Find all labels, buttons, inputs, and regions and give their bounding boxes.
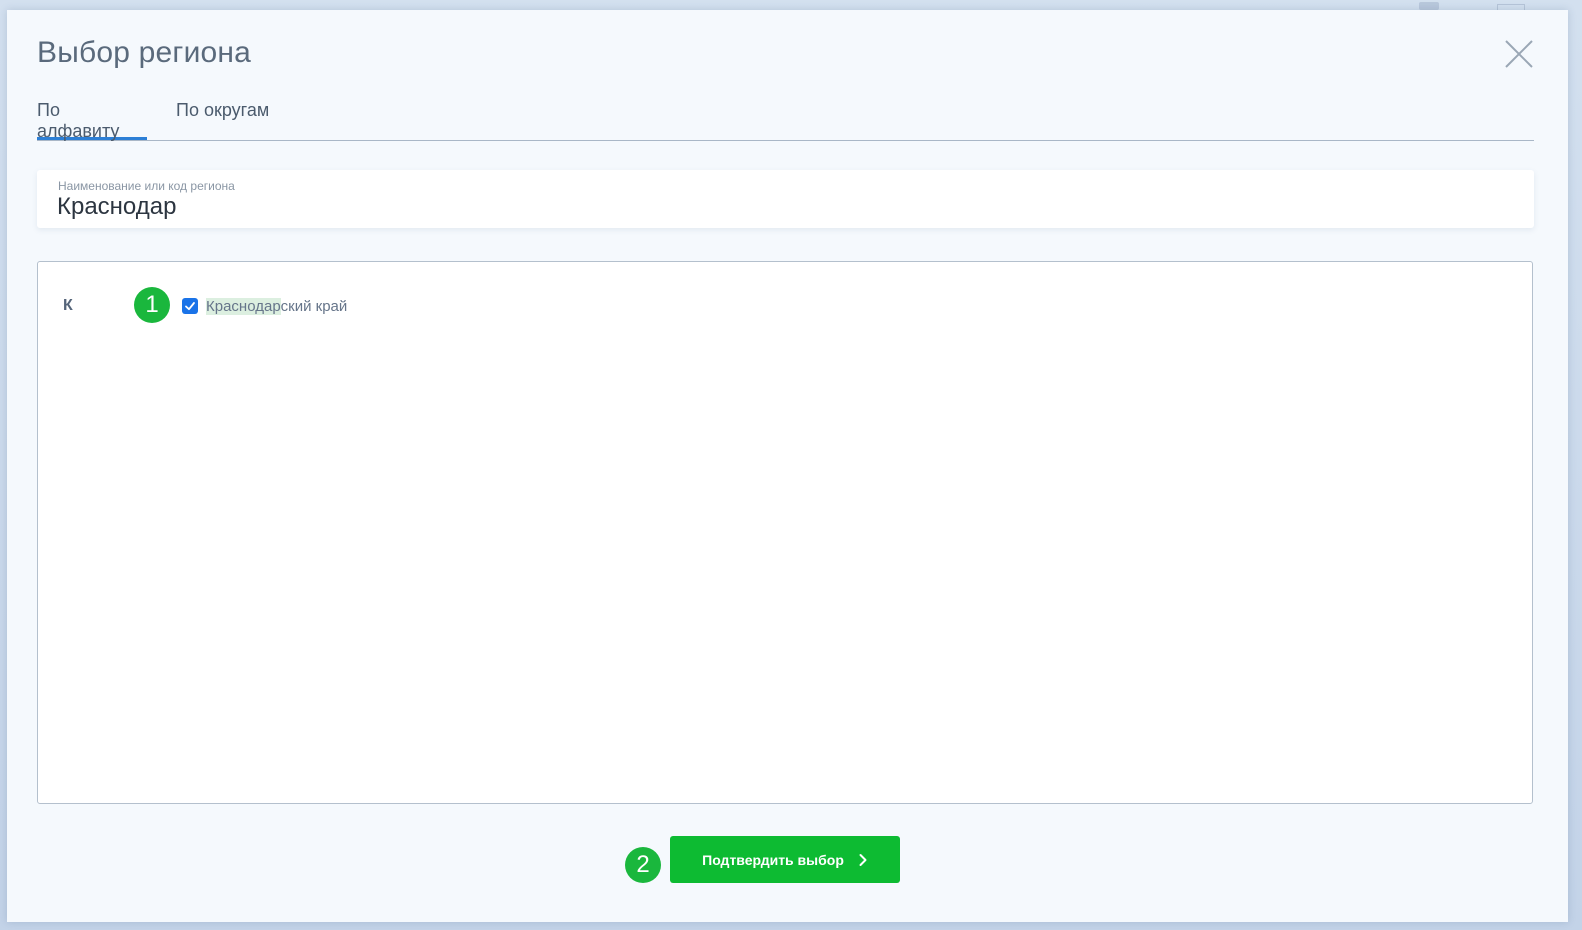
step-badge-2: 2 xyxy=(625,847,661,883)
search-label: Наименование или код региона xyxy=(58,179,235,193)
search-input[interactable] xyxy=(57,193,1507,221)
close-button[interactable] xyxy=(1503,38,1535,70)
confirm-button-label: Подтвердить выбор xyxy=(702,851,844,868)
tab-districts[interactable]: По округам xyxy=(176,96,271,134)
search-field[interactable]: Наименование или код региона xyxy=(37,170,1534,228)
region-item-label-rest: ский край xyxy=(280,297,348,315)
region-checkbox[interactable] xyxy=(182,298,198,314)
step-badge-1: 1 xyxy=(134,287,170,323)
close-icon xyxy=(1505,40,1533,68)
tab-bar: По алфавиту По округам xyxy=(37,96,1534,141)
chevron-right-icon xyxy=(858,853,868,867)
region-item-krasnodar[interactable]: Краснодарский край xyxy=(182,296,347,316)
modal-title: Выбор региона xyxy=(37,36,252,69)
confirm-button[interactable]: Подтвердить выбор xyxy=(670,836,900,883)
letter-heading: К xyxy=(63,297,73,314)
background-element xyxy=(1419,2,1439,10)
check-icon xyxy=(185,302,195,311)
region-select-modal: Выбор региона По алфавиту По округам Наи… xyxy=(7,10,1568,922)
region-item-label: Краснодарский край xyxy=(206,297,348,315)
tab-alphabetical[interactable]: По алфавиту xyxy=(37,96,147,141)
region-list: К 1 Краснодарский край xyxy=(37,261,1533,804)
search-match-highlight: Краснодар xyxy=(206,297,281,315)
